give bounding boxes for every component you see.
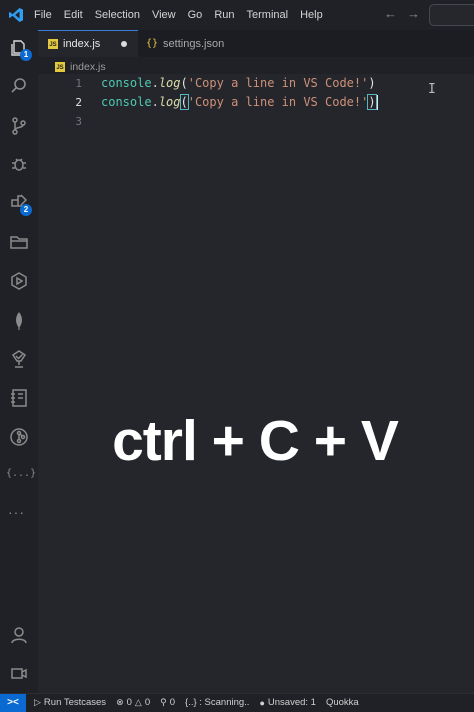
menu-terminal[interactable]: Terminal: [247, 9, 289, 21]
menu-edit[interactable]: Edit: [64, 9, 83, 21]
code-line-2[interactable]: 2 console.log('Copy a line in VS Code!'): [38, 93, 474, 112]
unsaved-dot-icon: ●: [259, 697, 265, 708]
play-icon[interactable]: [9, 271, 29, 291]
unsaved-dot-icon[interactable]: [121, 41, 127, 47]
source-control-icon[interactable]: [9, 116, 29, 136]
javascript-file-icon: JS: [55, 62, 65, 72]
menu-help[interactable]: Help: [300, 9, 323, 21]
code-line-1[interactable]: 1 console.log('Copy a line in VS Code!')…: [38, 74, 474, 97]
line-number: 1: [75, 77, 82, 90]
code-text[interactable]: console.log('Copy a line in VS Code!'): [101, 74, 376, 93]
token-open-paren: (: [180, 76, 188, 90]
error-count: 0: [126, 697, 132, 708]
menu-view[interactable]: View: [152, 9, 176, 21]
tab-label: index.js: [63, 38, 101, 50]
mongodb-leaf-icon[interactable]: [9, 311, 29, 331]
breadcrumb-file[interactable]: index.js: [70, 61, 106, 73]
explorer-badge: 1: [20, 49, 32, 61]
ports-count: 0: [169, 697, 176, 708]
command-center-search[interactable]: [429, 4, 474, 26]
json-file-icon: {}: [146, 38, 159, 49]
error-icon: ⊗: [116, 697, 124, 707]
menu-file[interactable]: File: [34, 9, 52, 21]
code-line-3[interactable]: 3: [38, 112, 474, 131]
token-string: 'Copy a line in VS Code!': [187, 76, 369, 90]
remote-indicator-button[interactable]: ><: [0, 693, 26, 712]
quokka-status[interactable]: Quokka: [326, 697, 359, 708]
javascript-file-icon: JS: [48, 39, 58, 49]
text-cursor: [375, 95, 378, 110]
play-icon: ▷: [34, 697, 41, 707]
menu-bar: File Edit Selection View Go Run Terminal…: [34, 0, 335, 30]
ports-icon: ⚲: [160, 697, 167, 707]
tab-settings-json[interactable]: {} settings.json: [140, 30, 250, 57]
extensions-badge: 2: [20, 204, 32, 216]
navigation-arrows: ← →: [384, 6, 420, 21]
test-icon[interactable]: [9, 349, 29, 369]
debug-icon[interactable]: [9, 154, 29, 174]
account-icon[interactable]: [9, 625, 29, 645]
search-icon[interactable]: [9, 76, 29, 96]
run-testcases-button[interactable]: ▷ Run Testcases: [34, 697, 106, 708]
scanning-label: {..} : Scanning..: [185, 697, 250, 708]
arrow-left-icon[interactable]: ←: [384, 6, 397, 21]
title-bar: File Edit Selection View Go Run Terminal…: [0, 0, 474, 30]
menu-run[interactable]: Run: [214, 9, 234, 21]
unsaved-label: Unsaved: 1: [267, 697, 316, 708]
token-close-paren: ): [367, 94, 377, 110]
notebook-icon[interactable]: [9, 388, 29, 408]
menu-selection[interactable]: Selection: [95, 9, 140, 21]
tab-index-js[interactable]: JS index.js: [38, 30, 138, 57]
scanning-status[interactable]: {..} : Scanning..: [185, 697, 249, 708]
unsaved-status[interactable]: ● Unsaved: 1: [259, 697, 316, 708]
token-method: log: [158, 76, 181, 90]
remote-icon[interactable]: [9, 663, 29, 683]
vscode-logo-icon[interactable]: [8, 7, 24, 23]
problems-indicator[interactable]: ⊗ 0 △ 0: [116, 697, 150, 708]
folder-icon[interactable]: [9, 232, 29, 252]
warning-count: 0: [144, 697, 151, 708]
token-dot: .: [151, 76, 159, 90]
token-method: log: [158, 95, 181, 109]
token-dot: .: [151, 95, 159, 109]
breadcrumb[interactable]: JS index.js: [55, 60, 106, 74]
token-string: 'Copy a line in VS Code!': [187, 95, 369, 109]
line-number: 2: [75, 96, 82, 109]
menu-go[interactable]: Go: [188, 9, 203, 21]
tab-label: settings.json: [163, 37, 225, 50]
run-testcases-label: Run Testcases: [43, 697, 107, 708]
token-open-paren: (: [179, 94, 189, 110]
activity-bar: 1 2 {...} ···: [0, 30, 38, 693]
line-number: 3: [75, 115, 82, 128]
arrow-right-icon[interactable]: →: [407, 6, 420, 21]
more-icon[interactable]: ···: [8, 504, 25, 520]
editor-tab-bar: JS index.js {} settings.json: [38, 30, 474, 57]
status-bar: >< ▷ Run Testcases ⊗ 0 △ 0 ⚲ 0 {..} : Sc…: [0, 693, 474, 712]
token-object: console: [101, 76, 152, 90]
warning-icon: △: [134, 697, 142, 707]
token-object: console: [101, 95, 152, 109]
code-editor[interactable]: 1 console.log('Copy a line in VS Code!')…: [38, 74, 474, 693]
code-text[interactable]: console.log('Copy a line in VS Code!'): [101, 93, 378, 112]
ports-indicator[interactable]: ⚲ 0: [160, 697, 175, 708]
token-close-paren: ): [368, 76, 376, 90]
quokka-label: Quokka: [325, 697, 359, 708]
shortcut-caption: ctrl + C + V: [112, 409, 399, 473]
